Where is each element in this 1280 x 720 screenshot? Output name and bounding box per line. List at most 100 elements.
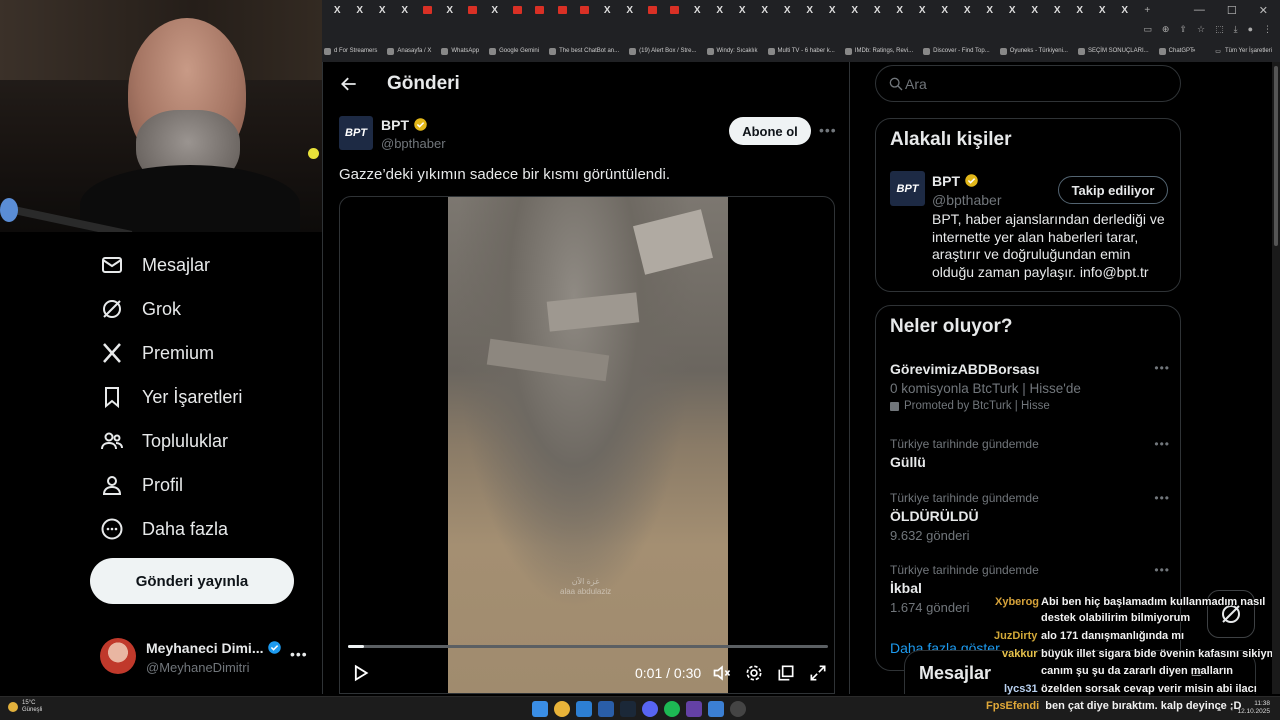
browser-tab[interactable]: X [371,0,394,20]
post-more-icon[interactable]: ••• [819,122,837,138]
bookmark-item[interactable]: ChatGPT [1158,47,1194,55]
download-icon[interactable]: ⤓ [1234,24,1238,35]
browser-tab[interactable]: X [911,0,934,20]
following-button[interactable]: Takip ediliyor [1058,176,1168,204]
browser-tab[interactable] [461,0,484,20]
edge-icon[interactable] [576,701,592,717]
author-avatar[interactable]: BPT [339,116,373,150]
bookmark-item[interactable]: Windy: Sıcaklık [706,47,758,55]
browser-tab[interactable]: X [1114,0,1137,20]
nav-item-profile[interactable]: Profil [100,470,183,500]
browser-tab[interactable] [574,0,597,20]
start-icon[interactable] [532,701,548,717]
browser-tab[interactable]: X [889,0,912,20]
browser-tab[interactable] [416,0,439,20]
related-name[interactable]: BPT [932,173,960,189]
page-scrollbar[interactable] [1272,62,1280,694]
menu-icon[interactable]: ⋮ [1263,24,1272,35]
scrollbar-thumb[interactable] [1274,66,1278,246]
browser-tab[interactable] [551,0,574,20]
browser-tab[interactable]: X [484,0,507,20]
bookmark-item[interactable]: Oyuneks - Türkiyeni... [999,47,1068,55]
browser-tab[interactable]: X [596,0,619,20]
trend-more-icon[interactable]: ••• [1154,361,1170,375]
bookmark-item[interactable]: Multi TV - 6 haber k... [767,47,835,55]
video-progress-bar[interactable] [348,645,828,648]
browser-tab[interactable] [529,0,552,20]
picture-in-picture-icon[interactable] [776,663,796,683]
browser-tab[interactable]: X [394,0,417,20]
subscribe-button[interactable]: Abone ol [729,117,811,145]
browser-tab[interactable]: X [439,0,462,20]
browser-tab[interactable]: X [754,0,777,20]
play-icon[interactable] [350,663,370,683]
steam-icon[interactable] [620,701,636,717]
app-icon[interactable] [708,701,724,717]
bookmarks-more-button[interactable]: » [1192,48,1195,54]
video-player[interactable]: غزة الآن alaa abdulaziz 0:01 / 0:30 [339,196,835,694]
extensions-icon[interactable]: ⬚ [1215,24,1224,35]
bookmark-item[interactable]: Google Gemini [489,47,539,55]
stream-app-icon[interactable] [686,701,702,717]
app-icon[interactable] [598,701,614,717]
speaker-icon[interactable]: ◖ [1229,704,1234,713]
trend-item[interactable]: GörevimizABDBorsası 0 komisyonla BtcTurk… [890,361,1170,412]
browser-tab[interactable]: X [731,0,754,20]
nav-item-more[interactable]: Daha fazla [100,514,228,544]
browser-tab[interactable]: X [821,0,844,20]
search-input[interactable]: Ara [875,65,1181,102]
spotify-icon[interactable] [664,701,680,717]
back-arrow-icon[interactable] [339,74,359,94]
author-handle[interactable]: @bpthaber [381,136,446,151]
account-switcher[interactable]: Meyhaneci Dimi... @MeyhaneDimitri ••• [100,636,310,680]
close-window-button[interactable]: ✕ [1259,4,1268,17]
bookmark-item[interactable]: (19) Alert Box / Stre... [629,47,697,55]
all-bookmarks-link[interactable]: Tüm Yer İşaretleri [1225,48,1272,54]
related-handle[interactable]: @bpthaber [932,192,1001,208]
discord-icon[interactable] [642,701,658,717]
nav-item-communities[interactable]: Topluluklar [100,426,228,456]
browser-tab[interactable] [506,0,529,20]
chrome-icon[interactable] [554,701,570,717]
weather-widget[interactable]: 15°C Güneşli [8,700,42,714]
trend-item[interactable]: Türkiye tarihinde gündemde Güllü ••• [890,437,1170,470]
browser-tab[interactable]: X [709,0,732,20]
account-more-icon[interactable]: ••• [290,646,308,662]
nav-item-grok[interactable]: Grok [100,294,181,324]
browser-tab[interactable]: X [934,0,957,20]
fullscreen-icon[interactable] [808,663,828,683]
nav-item-messages[interactable]: Mesajlar [100,250,210,280]
bookmark-item[interactable]: SEÇİM SONUÇLARI... [1077,47,1149,55]
trend-more-icon[interactable]: ••• [1154,491,1170,505]
post-button[interactable]: Gönderi yayınla [90,558,294,604]
settings-gear-icon[interactable] [744,663,764,683]
browser-tab[interactable]: X [1069,0,1092,20]
nav-item-premium[interactable]: Premium [100,338,214,368]
browser-tab[interactable]: X [349,0,372,20]
browser-tab[interactable]: X [1091,0,1114,20]
browser-tab[interactable]: X [956,0,979,20]
bookmark-item[interactable]: WhatsApp [441,47,479,55]
related-avatar[interactable]: BPT [890,171,925,206]
system-clock[interactable]: 11:38 12.10.2025 [1237,700,1270,716]
profile-icon[interactable]: ● [1248,24,1253,35]
nav-item-bookmarks[interactable]: Yer İşaretleri [100,382,242,412]
browser-tab[interactable]: X [844,0,867,20]
bookmark-item[interactable]: Discover - Find Top... [923,47,990,55]
browser-tab[interactable]: X [686,0,709,20]
trend-more-icon[interactable]: ••• [1154,563,1170,577]
obs-icon[interactable] [730,701,746,717]
trend-item[interactable]: Türkiye tarihinde gündemde ÖLDÜRÜLDÜ 9.6… [890,491,1170,543]
cast-icon[interactable]: ▭ [1143,24,1152,35]
browser-tab[interactable]: X [326,0,349,20]
new-tab-button[interactable]: + [1136,0,1159,20]
trend-more-icon[interactable]: ••• [1154,437,1170,451]
browser-tab[interactable]: X [866,0,889,20]
network-icon[interactable]: ▴ [1217,704,1221,713]
browser-tab[interactable]: X [1001,0,1024,20]
author-name[interactable]: BPT [381,117,409,133]
maximize-button[interactable]: ☐ [1227,4,1237,17]
zoom-icon[interactable]: ⊕ [1162,24,1170,35]
volume-icon[interactable] [712,663,732,683]
browser-tab[interactable]: X [619,0,642,20]
